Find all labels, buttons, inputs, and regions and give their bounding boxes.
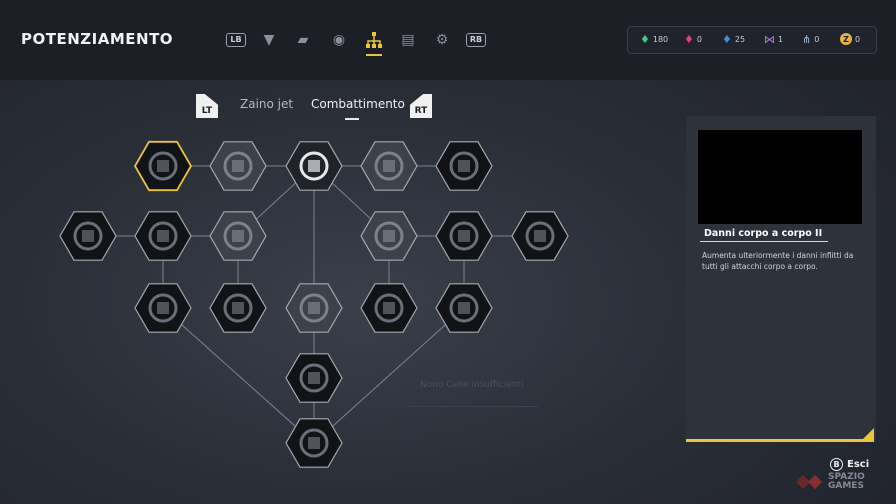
icon-core bbox=[232, 302, 244, 314]
insufficient-cells-hint: Nono Celle insufficienti bbox=[420, 380, 524, 390]
icon-core bbox=[534, 230, 546, 242]
currency-bar: ♦ 180 ♦ 0 ♦ 25 ⋈ 1 ⋔ 0 Z0 bbox=[627, 26, 877, 54]
skill-tree-icon[interactable] bbox=[362, 28, 386, 56]
icon-core bbox=[308, 372, 320, 384]
panel-accent-bar bbox=[686, 439, 874, 442]
icon-core bbox=[308, 160, 320, 172]
skill-node-a5[interactable] bbox=[435, 141, 493, 191]
skill-node-a3[interactable] bbox=[285, 141, 343, 191]
exit-label: Esci bbox=[847, 459, 870, 470]
icon-core bbox=[82, 230, 94, 242]
icon-core bbox=[458, 160, 470, 172]
skill-name: Danni corpo a corpo II bbox=[704, 228, 823, 239]
icon-core bbox=[458, 302, 470, 314]
currency-blue-cells: ♦ 25 bbox=[722, 33, 746, 46]
lt-button-hint[interactable]: LT bbox=[196, 94, 218, 118]
pink-cell-icon: ♦ bbox=[684, 33, 694, 46]
skill-node-b1[interactable] bbox=[59, 211, 117, 261]
icon-core bbox=[157, 302, 169, 314]
skill-node-c5[interactable] bbox=[435, 283, 493, 333]
exit-button[interactable]: B Esci bbox=[830, 458, 869, 471]
lb-button-hint[interactable]: LB bbox=[224, 28, 248, 52]
skill-node-b3[interactable] bbox=[209, 211, 267, 261]
skill-tree bbox=[59, 140, 569, 468]
icon-core bbox=[383, 230, 395, 242]
skill-node-c2[interactable] bbox=[209, 283, 267, 333]
skill-node-b5[interactable] bbox=[435, 211, 493, 261]
skill-preview-video bbox=[698, 130, 862, 224]
divider bbox=[408, 406, 538, 407]
rb-button-hint[interactable]: RB bbox=[464, 28, 488, 52]
watermark-diamond-icon bbox=[795, 472, 824, 492]
skill-tree-glyph bbox=[366, 32, 382, 48]
currency-links: ⋔ 0 bbox=[802, 33, 820, 46]
icon-core bbox=[383, 160, 395, 172]
skill-node-c3[interactable] bbox=[285, 283, 343, 333]
skill-node-a1[interactable] bbox=[133, 140, 193, 192]
skill-name-underline bbox=[700, 241, 828, 242]
icon-core bbox=[157, 230, 169, 242]
currency-credits: Z0 bbox=[840, 33, 860, 45]
currency-green-cells: ♦ 180 bbox=[640, 33, 669, 46]
icon-core bbox=[308, 437, 320, 449]
icon-core bbox=[157, 160, 169, 172]
skill-node-b4[interactable] bbox=[360, 211, 418, 261]
icon-core bbox=[458, 230, 470, 242]
b-button-icon: B bbox=[830, 458, 843, 471]
skill-node-b2[interactable] bbox=[134, 211, 192, 261]
skill-node-b6[interactable] bbox=[511, 211, 569, 261]
helmet-icon[interactable]: ◉ bbox=[327, 28, 351, 52]
currency-pink-cells: ♦ 0 bbox=[684, 33, 702, 46]
links-icon: ⋔ bbox=[802, 33, 812, 46]
credits-icon: Z bbox=[840, 33, 852, 45]
nodes-icon: ⋈ bbox=[764, 33, 775, 46]
page-title: POTENZIAMENTO bbox=[21, 30, 174, 48]
icon-core bbox=[308, 302, 320, 314]
green-cell-icon: ♦ bbox=[640, 33, 650, 46]
blue-cell-icon: ♦ bbox=[722, 33, 732, 46]
chevron-down-icon[interactable]: ▼ bbox=[257, 28, 281, 52]
icon-core bbox=[232, 230, 244, 242]
notes-icon[interactable]: ▤ bbox=[396, 28, 420, 52]
skill-node-a2[interactable] bbox=[209, 141, 267, 191]
weapon-icon[interactable]: ▰ bbox=[291, 28, 315, 52]
currency-nodes: ⋈ 1 bbox=[764, 33, 784, 46]
icon-core bbox=[232, 160, 244, 172]
skill-node-d1[interactable] bbox=[285, 353, 343, 403]
skill-node-a4[interactable] bbox=[360, 141, 418, 191]
skill-description: Aumenta ulteriormente i danni inflitti d… bbox=[702, 251, 854, 271]
gear-icon[interactable]: ⚙ bbox=[430, 28, 454, 52]
watermark-logo: SPAZIO GAMES bbox=[795, 472, 865, 492]
rt-button-hint[interactable]: RT bbox=[410, 94, 432, 118]
skill-node-c4[interactable] bbox=[360, 283, 418, 333]
icon-core bbox=[383, 302, 395, 314]
watermark-text-bottom: GAMES bbox=[828, 481, 864, 491]
tab-zaino-jet[interactable]: Zaino jet bbox=[240, 97, 293, 111]
tab-combattimento[interactable]: Combattimento bbox=[311, 97, 405, 111]
